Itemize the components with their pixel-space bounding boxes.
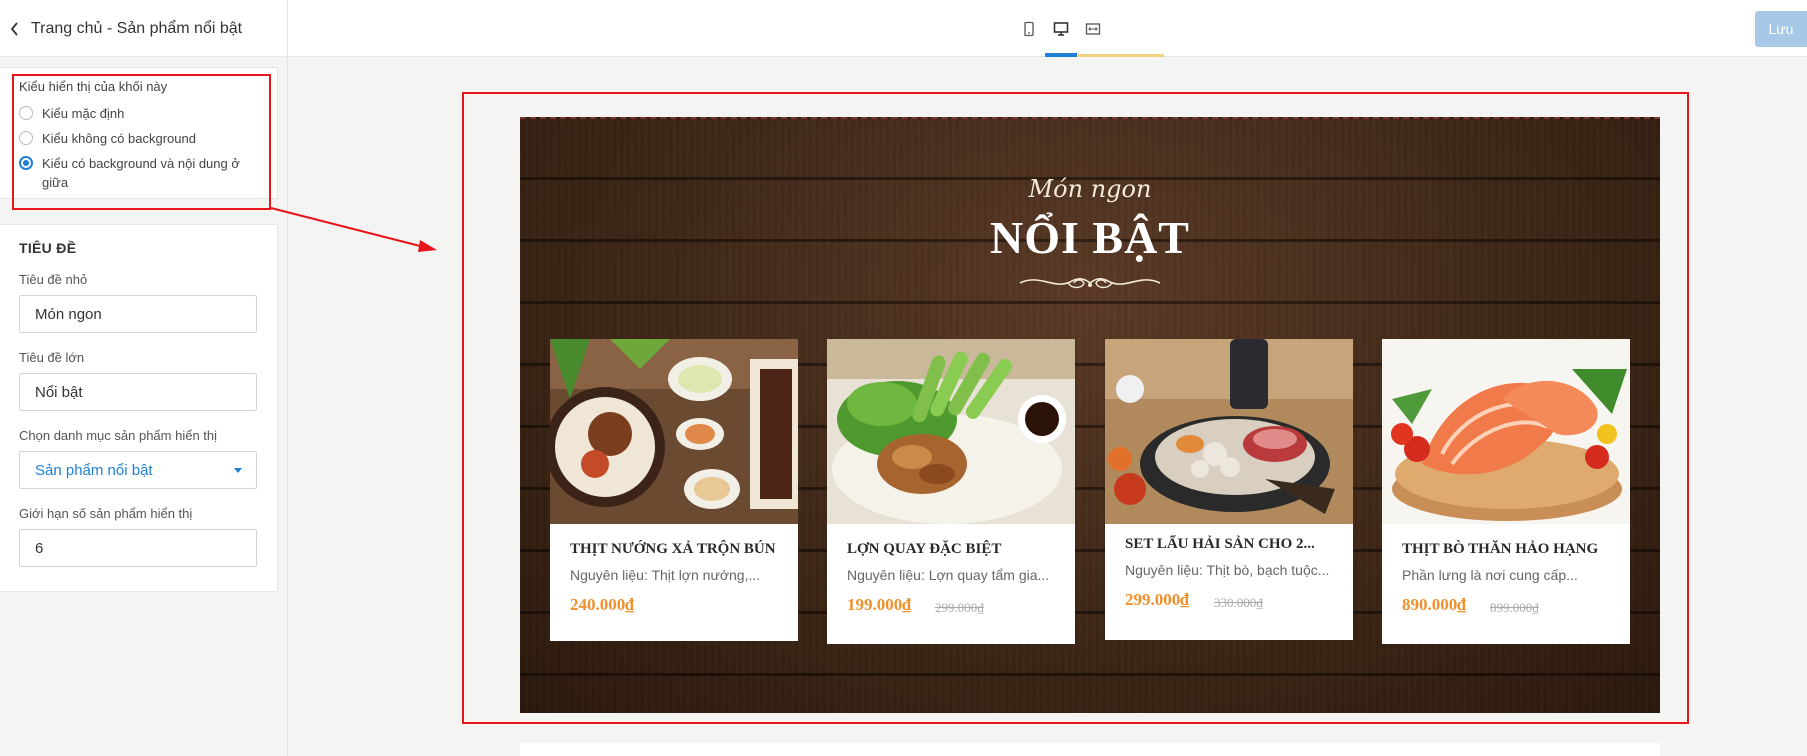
fullwidth-icon: [1085, 22, 1101, 35]
preview-highlight-frame: [462, 92, 1689, 724]
fullwidth-view-button[interactable]: [1077, 0, 1109, 57]
radio-label: Kiểu không có background: [42, 131, 196, 146]
display-option-background-centered[interactable]: Kiểu có background và nội dung ở giữa: [19, 154, 260, 192]
title-settings-card: TIÊU ĐỀ Tiêu đề nhỏ Tiêu đề lớn Chọn dan…: [0, 224, 278, 592]
display-option-no-background[interactable]: Kiểu không có background: [19, 129, 260, 148]
save-button[interactable]: Lưu: [1755, 11, 1807, 47]
topbar-left: Trang chủ - Sản phẩm nổi bật: [0, 0, 288, 57]
display-style-heading: Kiểu hiển thị của khối này: [19, 79, 168, 94]
mobile-icon: [1024, 21, 1034, 36]
section-title: TIÊU ĐỀ: [19, 240, 77, 256]
mobile-view-button[interactable]: [1013, 0, 1045, 57]
category-select-value: Sản phẩm nổi bật: [35, 462, 153, 479]
big-title-input[interactable]: [19, 373, 257, 411]
page-title: Trang chủ - Sản phẩm nổi bật: [31, 19, 243, 37]
next-section-preview: [520, 743, 1660, 756]
big-title-label: Tiêu đề lớn: [19, 350, 85, 365]
radio-label: Kiểu mặc định: [42, 106, 125, 121]
limit-label: Giới hạn số sản phẩm hiển thị: [19, 506, 193, 521]
category-label: Chọn danh mục sản phẩm hiển thị: [19, 428, 218, 443]
desktop-view-button[interactable]: [1045, 0, 1077, 57]
device-switcher: [1013, 0, 1109, 57]
small-title-label: Tiêu đề nhỏ: [19, 272, 88, 287]
caret-down-icon: [234, 468, 242, 473]
category-select[interactable]: Sản phẩm nổi bật: [19, 451, 257, 489]
radio-unchecked[interactable]: [19, 131, 33, 145]
display-option-default[interactable]: Kiểu mặc định: [19, 104, 260, 123]
sidebar: Kiểu hiển thị của khối này Kiểu mặc định…: [0, 57, 288, 756]
radio-unchecked[interactable]: [19, 106, 33, 120]
radio-checked[interactable]: [19, 156, 33, 170]
desktop-icon: [1053, 21, 1069, 36]
back-button[interactable]: [0, 0, 30, 57]
chevron-left-icon: [10, 21, 18, 36]
top-bar: Trang chủ - Sản phẩm nổi bật Lưu: [0, 0, 1807, 57]
small-title-input[interactable]: [19, 295, 257, 333]
limit-input[interactable]: [19, 529, 257, 567]
radio-label: Kiểu có background và nội dung ở giữa: [42, 156, 240, 190]
device-underline: [1078, 54, 1164, 57]
